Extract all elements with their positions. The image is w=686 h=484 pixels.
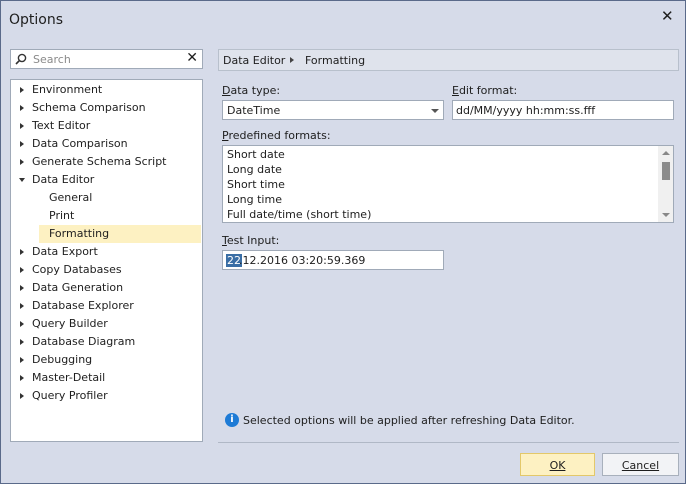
- clear-search-icon[interactable]: ✕: [186, 50, 198, 66]
- vertical-scrollbar[interactable]: [658, 146, 673, 222]
- tree-item-data-generation[interactable]: Data Generation: [11, 279, 202, 297]
- info-text: Selected options will be applied after r…: [243, 414, 575, 427]
- divider: [218, 442, 679, 443]
- chevron-right-icon[interactable]: [20, 285, 24, 291]
- scroll-up-icon[interactable]: [662, 151, 670, 155]
- tree-item-label: Text Editor: [32, 119, 91, 132]
- scroll-down-icon[interactable]: [662, 213, 670, 217]
- chevron-right-icon[interactable]: [20, 105, 24, 111]
- tree-item-environment[interactable]: Environment: [11, 81, 202, 99]
- tree-item-label: Environment: [32, 83, 103, 96]
- tree-item-general[interactable]: General: [39, 189, 201, 207]
- edit-format-input[interactable]: [452, 100, 674, 120]
- chevron-right-icon[interactable]: [20, 267, 24, 273]
- data-type-value: DateTime: [227, 104, 281, 117]
- tree-item-schema-comparison[interactable]: Schema Comparison: [11, 99, 202, 117]
- options-tree: Environment Schema Comparison Text Editor D…: [10, 79, 203, 442]
- chevron-right-icon[interactable]: [20, 123, 24, 129]
- tree-item-database-explorer[interactable]: Database Explorer: [11, 297, 202, 315]
- chevron-right-icon[interactable]: [20, 303, 24, 309]
- breadcrumb-formatting: Formatting: [305, 54, 366, 67]
- tree-item-label: Query Builder: [32, 317, 108, 330]
- tree-item-label: Master-Detail: [32, 371, 106, 384]
- edit-format-label: Edit format:: [452, 84, 518, 97]
- chevron-right-icon[interactable]: [20, 321, 24, 327]
- chevron-right-icon: [290, 57, 294, 63]
- close-icon[interactable]: ✕: [661, 7, 674, 25]
- tree-item-data-export[interactable]: Data Export: [11, 243, 202, 261]
- list-item[interactable]: Long date: [227, 162, 282, 177]
- list-item[interactable]: Full date/time (short time): [227, 207, 371, 222]
- test-input-label: Test Input:: [222, 234, 280, 247]
- tree-item-label: Debugging: [32, 353, 93, 366]
- options-dialog: Options ✕ Search ✕ Environment Schema Com…: [0, 0, 686, 484]
- search-placeholder: Search: [33, 53, 71, 66]
- list-item[interactable]: Short date: [227, 147, 285, 162]
- tree-item-label: Print: [49, 209, 75, 222]
- chevron-right-icon[interactable]: [20, 357, 24, 363]
- chevron-right-icon[interactable]: [20, 87, 24, 93]
- data-type-label: Data type:: [222, 84, 281, 97]
- tree-item-label: Formatting: [49, 227, 110, 240]
- test-input-field[interactable]: 22 .12.2016 03:20:59.369: [222, 250, 444, 270]
- tree-item-print[interactable]: Print: [39, 207, 201, 225]
- tree-item-text-editor[interactable]: Text Editor: [11, 117, 202, 135]
- data-type-select[interactable]: DateTime: [222, 100, 444, 120]
- tree-item-label: Generate Schema Script: [32, 155, 167, 168]
- tree-item-label: Database Explorer: [32, 299, 134, 312]
- tree-item-data-editor[interactable]: Data Editor: [11, 171, 202, 189]
- tree-item-label: Data Editor: [32, 173, 95, 186]
- chevron-right-icon[interactable]: [20, 393, 24, 399]
- tree-item-label: Data Generation: [32, 281, 124, 294]
- list-item[interactable]: Short time: [227, 177, 285, 192]
- chevron-right-icon[interactable]: [20, 141, 24, 147]
- tree-item-master-detail[interactable]: Master-Detail: [11, 369, 202, 387]
- tree-item-formatting[interactable]: Formatting: [39, 225, 201, 243]
- chevron-right-icon[interactable]: [20, 375, 24, 381]
- predefined-formats-list[interactable]: Short date Long date Short time Long tim…: [222, 145, 674, 223]
- tree-item-data-comparison[interactable]: Data Comparison: [11, 135, 202, 153]
- list-item[interactable]: Long time: [227, 192, 282, 207]
- chevron-right-icon[interactable]: [20, 159, 24, 165]
- search-icon: [15, 53, 27, 65]
- tree-item-label: Database Diagram: [32, 335, 136, 348]
- tree-item-debugging[interactable]: Debugging: [11, 351, 202, 369]
- chevron-down-icon[interactable]: [19, 178, 25, 182]
- tree-item-query-builder[interactable]: Query Builder: [11, 315, 202, 333]
- window-title: Options: [9, 12, 64, 28]
- breadcrumb-data-editor[interactable]: Data Editor: [223, 54, 285, 67]
- tree-item-label: Schema Comparison: [32, 101, 146, 114]
- chevron-right-icon[interactable]: [20, 249, 24, 255]
- tree-item-label: Data Export: [32, 245, 98, 258]
- test-input-value: .12.2016 03:20:59.369: [239, 254, 366, 267]
- tree-item-label: Data Comparison: [32, 137, 128, 150]
- predefined-formats-label: Predefined formats:: [222, 129, 331, 142]
- search-input[interactable]: Search ✕: [10, 49, 203, 69]
- chevron-down-icon[interactable]: [431, 109, 439, 113]
- tree-item-query-profiler[interactable]: Query Profiler: [11, 387, 202, 405]
- tree-item-generate-schema-script[interactable]: Generate Schema Script: [11, 153, 202, 171]
- tree-item-label: Query Profiler: [32, 389, 108, 402]
- tree-item-database-diagram[interactable]: Database Diagram: [11, 333, 202, 351]
- tree-item-label: General: [49, 191, 93, 204]
- tree-item-copy-databases[interactable]: Copy Databases: [11, 261, 202, 279]
- cancel-button[interactable]: Cancel: [602, 453, 679, 476]
- ok-button[interactable]: OK: [520, 453, 595, 476]
- chevron-right-icon[interactable]: [20, 339, 24, 345]
- breadcrumb: Data Editor Formatting: [218, 49, 679, 71]
- tree-item-label: Copy Databases: [32, 263, 122, 276]
- info-icon: i: [225, 413, 239, 427]
- scroll-thumb[interactable]: [662, 162, 670, 180]
